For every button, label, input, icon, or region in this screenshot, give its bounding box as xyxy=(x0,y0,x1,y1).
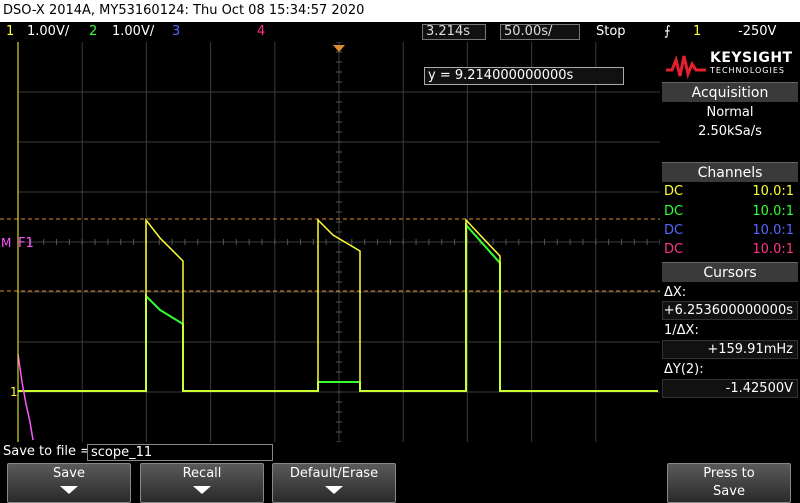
delta-x-label: ΔX: xyxy=(664,285,687,300)
ch2-trace xyxy=(18,222,658,392)
ch2-scale[interactable]: 1.00V/ xyxy=(112,22,154,42)
file-name-input[interactable]: scope_11 xyxy=(87,444,273,461)
trigger-edge-icon: ⨍ xyxy=(664,24,671,39)
waveform-display[interactable]: M F1 1 y = 9.214000000000s xyxy=(0,42,660,442)
ch3-number[interactable]: 3 xyxy=(172,22,180,42)
math-trace xyxy=(17,353,34,441)
ch1-number[interactable]: 1 xyxy=(6,22,14,42)
trigger-position-marker xyxy=(333,45,345,52)
channel-row-1: DC 10.0:1 xyxy=(664,184,794,199)
ch1-trace xyxy=(18,217,658,392)
channel-row-3: DC 10.0:1 xyxy=(664,223,794,238)
channel-status-bar: 1 1.00V/ 2 1.00V/ 3 4 3.214s 50.00s/ Sto… xyxy=(0,22,800,42)
graticule: M F1 1 xyxy=(0,42,660,442)
inv-delta-x-value: +159.91mHz xyxy=(662,340,798,359)
channels-header: Channels xyxy=(662,162,798,182)
acquisition-section: Normal 2.50kSa/s xyxy=(662,103,798,159)
save-file-row: Save to file = scope_11 xyxy=(0,442,800,462)
run-state: Stop xyxy=(596,24,626,39)
logo-technologies: TECHNOLOGIES xyxy=(710,66,785,75)
save-softkey[interactable]: Save xyxy=(7,463,131,503)
inv-delta-x-label: 1/ΔX: xyxy=(664,323,699,338)
recall-softkey[interactable]: Recall xyxy=(140,463,264,503)
cursors-header: Cursors xyxy=(662,262,798,282)
channel-row-4: DC 10.0:1 xyxy=(664,242,794,257)
chevron-down-icon xyxy=(60,486,78,494)
window-title: DSO-X 2014A, MY53160124: Thu Oct 08 15:3… xyxy=(0,0,800,22)
math-marker: M xyxy=(1,236,11,250)
cursors-section: ΔX: +6.253600000000s 1/ΔX: +159.91mHz ΔY… xyxy=(662,283,798,403)
keysight-wave-icon xyxy=(666,55,706,80)
save-to-file-label: Save to file = xyxy=(3,444,92,459)
delta-y-label: ΔY(2): xyxy=(664,362,704,377)
channel-row-2: DC 10.0:1 xyxy=(664,204,794,219)
cursor-readout: y = 9.214000000000s xyxy=(424,67,624,85)
ch1-ground-marker: 1 xyxy=(10,385,18,399)
acquisition-header: Acquisition xyxy=(662,82,798,102)
ch2-number[interactable]: 2 xyxy=(89,22,97,42)
delta-y-value: -1.42500V xyxy=(662,379,798,398)
channels-section: DC 10.0:1 DC 10.0:1 DC 10.0:1 DC 10.0:1 xyxy=(662,182,798,262)
trigger-channel: 1 xyxy=(693,24,702,39)
acquisition-rate: 2.50kSa/s xyxy=(698,124,762,139)
ch4-number[interactable]: 4 xyxy=(257,22,265,42)
default-erase-softkey[interactable]: Default/Erase xyxy=(272,463,396,503)
press-to-save-softkey[interactable]: Press to Save xyxy=(667,463,791,503)
f1-marker: F1 xyxy=(18,236,34,251)
acquisition-mode: Normal xyxy=(706,105,754,120)
chevron-down-icon xyxy=(325,486,343,494)
logo-keysight: KEYSIGHT xyxy=(710,50,793,66)
ch1-scale[interactable]: 1.00V/ xyxy=(27,22,69,42)
time-scale-box[interactable]: 50.00s/ xyxy=(500,24,580,40)
chevron-down-icon xyxy=(193,486,211,494)
keysight-logo: KEYSIGHT TECHNOLOGIES xyxy=(662,44,798,86)
trigger-level: -250V xyxy=(738,24,777,39)
time-position-box[interactable]: 3.214s xyxy=(422,24,486,40)
delta-x-value: +6.253600000000s xyxy=(662,301,798,320)
